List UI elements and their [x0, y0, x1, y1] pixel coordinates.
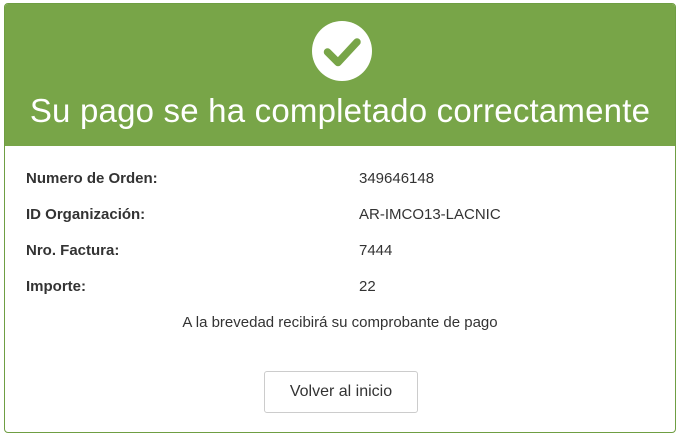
- order-number-value: 349646148: [359, 170, 435, 187]
- payment-success-card: Su pago se ha completado correctamente N…: [4, 3, 676, 433]
- detail-row-organization-id: ID Organización: AR-IMCO13-LACNIC: [26, 204, 655, 226]
- organization-id-label: ID Organización:: [26, 206, 146, 223]
- amount-label: Importe:: [26, 278, 86, 295]
- detail-row-order-number: Numero de Orden: 349646148: [26, 168, 655, 190]
- amount-value: 22: [359, 278, 376, 295]
- order-details: Numero de Orden: 349646148 ID Organizaci…: [5, 146, 675, 432]
- receipt-notice: A la brevedad recibirá su comprobante de…: [182, 314, 498, 331]
- detail-row-invoice-number: Nro. Factura: 7444: [26, 240, 655, 262]
- success-header: Su pago se ha completado correctamente: [5, 4, 675, 146]
- check-circle-icon: [312, 21, 372, 81]
- detail-row-amount: Importe: 22: [26, 276, 655, 298]
- order-number-label: Numero de Orden:: [26, 170, 158, 187]
- invoice-number-label: Nro. Factura:: [26, 242, 120, 259]
- invoice-number-value: 7444: [359, 242, 393, 259]
- success-title: Su pago se ha completado correctamente: [29, 92, 651, 129]
- back-to-home-button[interactable]: Volver al inicio: [264, 371, 418, 413]
- organization-id-value: AR-IMCO13-LACNIC: [359, 206, 501, 223]
